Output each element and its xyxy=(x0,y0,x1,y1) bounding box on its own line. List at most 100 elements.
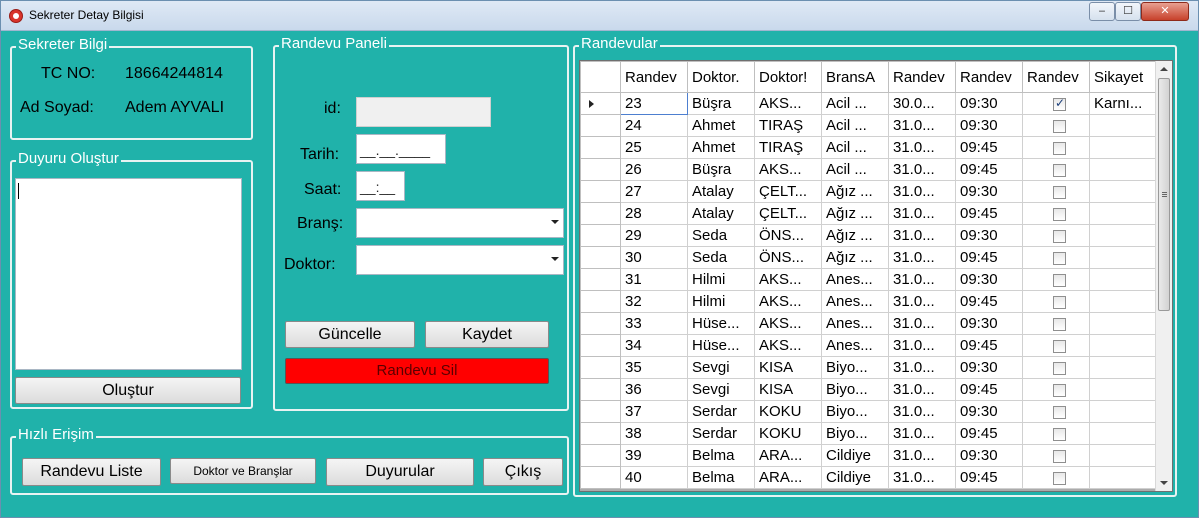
table-cell-brans[interactable]: Ağız ... xyxy=(821,246,889,269)
table-row[interactable]: 40 Belma ARA... Cildiye 31.0... 09:45 xyxy=(580,466,1160,489)
table-cell-soyad[interactable]: KOKU xyxy=(754,422,822,445)
table-cell-soyad[interactable]: ÖNS... xyxy=(754,246,822,269)
column-header[interactable]: Randev xyxy=(620,61,688,93)
table-cell-ad[interactable]: Atalay xyxy=(687,202,755,225)
table-cell-brans[interactable]: Ağız ... xyxy=(821,224,889,247)
table-cell-tarih[interactable]: 31.0... xyxy=(888,290,956,313)
table-cell-id[interactable]: 37 xyxy=(620,400,688,423)
doktor-combobox[interactable] xyxy=(356,245,564,275)
table-cell-tarih[interactable]: 31.0... xyxy=(888,312,956,335)
table-cell-tarih[interactable]: 31.0... xyxy=(888,224,956,247)
table-cell-sikayet[interactable] xyxy=(1089,158,1160,181)
table-cell-soyad[interactable]: AKS... xyxy=(754,158,822,181)
table-cell-ad[interactable]: Ahmet xyxy=(687,136,755,159)
table-row[interactable]: 33 Hüse... AKS... Anes... 31.0... 09:30 xyxy=(580,312,1160,335)
table-row[interactable]: 28 Atalay ÇELT... Ağız ... 31.0... 09:45 xyxy=(580,202,1160,225)
guncelle-button[interactable]: Güncelle xyxy=(285,321,415,348)
table-cell-id[interactable]: 39 xyxy=(620,444,688,467)
row-header[interactable] xyxy=(580,400,621,423)
table-cell-id[interactable]: 24 xyxy=(620,114,688,137)
table-cell-ad[interactable]: Serdar xyxy=(687,400,755,423)
table-cell-tarih[interactable]: 31.0... xyxy=(888,444,956,467)
table-cell-id[interactable]: 35 xyxy=(620,356,688,379)
table-row[interactable]: 23BüşraAKS...Acil ...30.0...09:30 Karnı..… xyxy=(580,92,1160,115)
table-cell-sikayet[interactable] xyxy=(1089,202,1160,225)
table-cell-soyad[interactable]: ARA... xyxy=(754,444,822,467)
table-cell-sikayet[interactable] xyxy=(1089,268,1160,291)
table-cell-id[interactable]: 32 xyxy=(620,290,688,313)
table-cell-brans[interactable]: Acil ... xyxy=(821,92,889,115)
table-cell-soyad[interactable]: ÖNS... xyxy=(754,224,822,247)
table-cell-saat[interactable]: 09:30 xyxy=(955,312,1023,335)
table-cell-brans[interactable]: Acil ... xyxy=(821,136,889,159)
table-cell-tarih[interactable]: 31.0... xyxy=(888,202,956,225)
table-row[interactable]: 26 Büşra AKS... Acil ... 31.0... 09:45 xyxy=(580,158,1160,181)
table-cell-ad[interactable]: Hilmi xyxy=(687,290,755,313)
table-cell-ad[interactable]: Serdar xyxy=(687,422,755,445)
durum-checkbox[interactable] xyxy=(1053,427,1066,441)
table-cell-brans[interactable]: Biyo... xyxy=(821,422,889,445)
table-cell-id[interactable]: 30 xyxy=(620,246,688,269)
table-row[interactable]: 35 Sevgi KISA Biyo... 31.0... 09:30 xyxy=(580,356,1160,379)
table-cell-sikayet[interactable] xyxy=(1089,422,1160,445)
row-header[interactable] xyxy=(580,246,621,269)
table-cell-saat[interactable]: 09:45 xyxy=(955,334,1023,357)
scroll-up-icon[interactable] xyxy=(1160,67,1168,71)
table-row[interactable]: 31 Hilmi AKS... Anes... 31.0... 09:30 xyxy=(580,268,1160,291)
row-header[interactable] xyxy=(580,158,621,181)
table-cell-sikayet[interactable] xyxy=(1089,246,1160,269)
table-cell-saat[interactable]: 09:30 xyxy=(955,224,1023,247)
table-cell-sikayet[interactable] xyxy=(1089,312,1160,335)
table-cell-saat[interactable]: 09:45 xyxy=(955,202,1023,225)
table-cell-ad[interactable]: Seda xyxy=(687,224,755,247)
table-cell-ad[interactable]: Seda xyxy=(687,246,755,269)
table-cell-brans[interactable]: Biyo... xyxy=(821,378,889,401)
table-cell-brans[interactable]: Anes... xyxy=(821,268,889,291)
table-cell-tarih[interactable]: 31.0... xyxy=(888,356,956,379)
column-header[interactable]: BransA xyxy=(821,61,889,93)
table-cell-id[interactable]: 36 xyxy=(620,378,688,401)
table-cell-sikayet[interactable] xyxy=(1089,180,1160,203)
table-cell-brans[interactable]: Ağız ... xyxy=(821,202,889,225)
table-cell-saat[interactable]: 09:30 xyxy=(955,400,1023,423)
table-cell-saat[interactable]: 09:45 xyxy=(955,466,1023,489)
table-cell-sikayet[interactable] xyxy=(1089,334,1160,357)
scroll-thumb[interactable] xyxy=(1158,78,1170,311)
saat-field[interactable]: __:__ xyxy=(356,171,405,201)
duyurular-button[interactable]: Duyurular xyxy=(326,458,474,486)
table-cell-soyad[interactable]: AKS... xyxy=(754,92,822,115)
row-header[interactable] xyxy=(580,202,621,225)
row-header[interactable] xyxy=(580,224,621,247)
column-header[interactable]: Randev xyxy=(955,61,1023,93)
table-cell-tarih[interactable]: 31.0... xyxy=(888,422,956,445)
table-cell-tarih[interactable]: 31.0... xyxy=(888,466,956,489)
table-cell-tarih[interactable]: 31.0... xyxy=(888,114,956,137)
table-cell-id[interactable]: 38 xyxy=(620,422,688,445)
durum-checkbox[interactable] xyxy=(1053,383,1066,397)
table-cell-soyad[interactable]: KOKU xyxy=(754,400,822,423)
doktor-branslar-button[interactable]: Doktor ve Branşlar xyxy=(170,458,316,484)
durum-checkbox[interactable] xyxy=(1053,317,1066,331)
table-cell-sikayet[interactable] xyxy=(1089,290,1160,313)
table-cell-id[interactable]: 29 xyxy=(620,224,688,247)
column-header[interactable]: Doktor! xyxy=(754,61,822,93)
table-cell-brans[interactable]: Acil ... xyxy=(821,158,889,181)
table-cell-sikayet[interactable] xyxy=(1089,136,1160,159)
minimize-button[interactable]: ‒ xyxy=(1089,2,1115,21)
table-cell-tarih[interactable]: 31.0... xyxy=(888,268,956,291)
row-header[interactable] xyxy=(580,92,621,115)
table-row[interactable]: 25 Ahmet TIRAŞ Acil ... 31.0... 09:45 xyxy=(580,136,1160,159)
durum-checkbox[interactable] xyxy=(1053,96,1066,111)
row-header[interactable] xyxy=(580,334,621,357)
table-cell-brans[interactable]: Cildiye xyxy=(821,444,889,467)
table-cell-ad[interactable]: Hilmi xyxy=(687,268,755,291)
table-cell-brans[interactable]: Anes... xyxy=(821,290,889,313)
table-row[interactable]: 29 Seda ÖNS... Ağız ... 31.0... 09:30 xyxy=(580,224,1160,247)
vertical-scrollbar[interactable] xyxy=(1155,61,1172,491)
table-cell-id[interactable]: 33 xyxy=(620,312,688,335)
table-cell-id[interactable]: 34 xyxy=(620,334,688,357)
table-cell-ad[interactable]: Büşra xyxy=(687,158,755,181)
table-cell-soyad[interactable]: TIRAŞ xyxy=(754,136,822,159)
table-cell-saat[interactable]: 09:45 xyxy=(955,136,1023,159)
table-cell-brans[interactable]: Cildiye xyxy=(821,466,889,489)
